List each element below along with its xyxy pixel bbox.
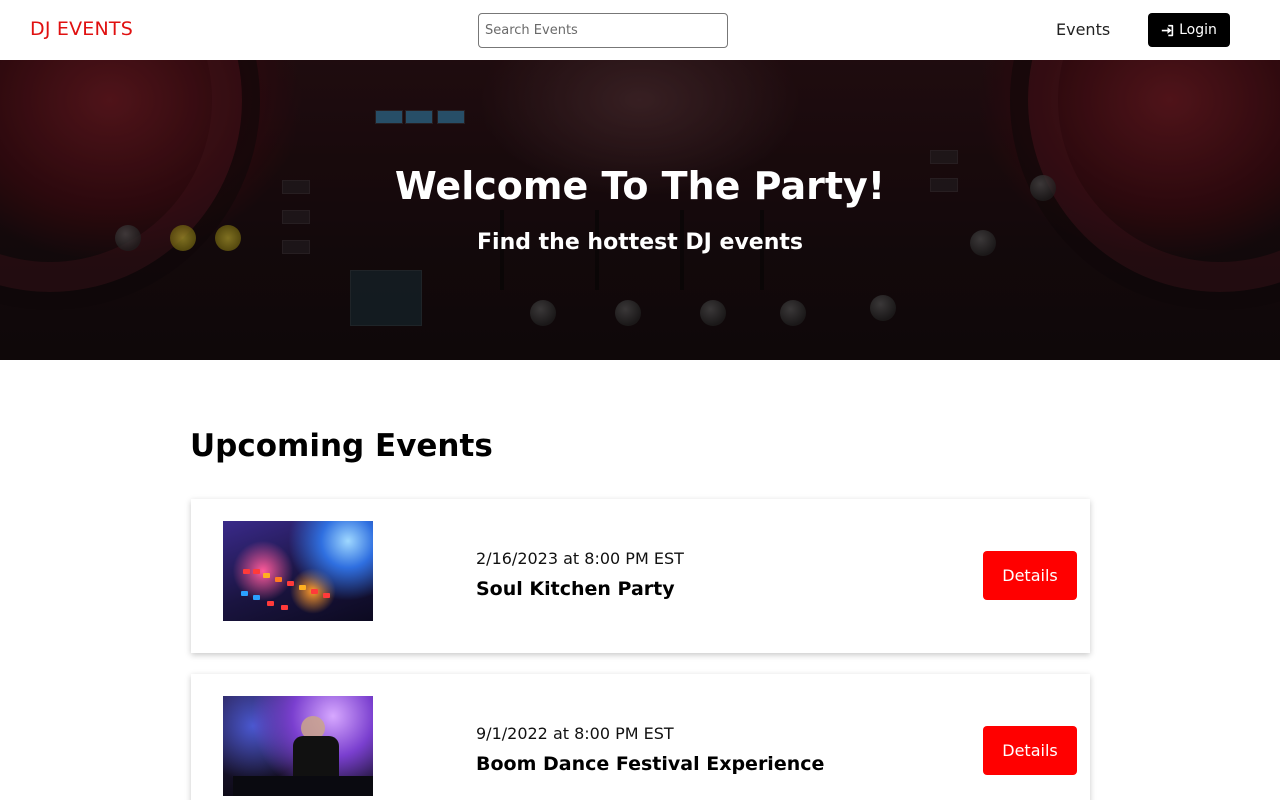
- site-logo[interactable]: DJ EVENTS: [30, 18, 133, 40]
- section-title: Upcoming Events: [190, 428, 493, 464]
- hero-subtitle: Find the hottest DJ events: [477, 230, 803, 255]
- hero-banner: Welcome To The Party! Find the hottest D…: [0, 60, 1280, 360]
- login-label: Login: [1179, 22, 1217, 38]
- details-button[interactable]: Details: [983, 726, 1077, 775]
- event-card: 9/1/2022 at 8:00 PM EST Boom Dance Festi…: [191, 674, 1090, 800]
- event-thumbnail: [223, 521, 373, 621]
- search-input[interactable]: [478, 13, 728, 48]
- sign-in-icon: [1161, 24, 1174, 37]
- event-name: Boom Dance Festival Experience: [476, 753, 825, 775]
- event-date: 9/1/2022 at 8:00 PM EST: [476, 724, 674, 743]
- nav-link-events[interactable]: Events: [1056, 20, 1110, 39]
- hero-title: Welcome To The Party!: [394, 164, 886, 208]
- event-name: Soul Kitchen Party: [476, 578, 675, 600]
- hero-overlay: [0, 60, 1280, 360]
- event-thumbnail: [223, 696, 373, 796]
- login-button[interactable]: Login: [1148, 13, 1230, 47]
- details-button[interactable]: Details: [983, 551, 1077, 600]
- event-card: 2/16/2023 at 8:00 PM EST Soul Kitchen Pa…: [191, 499, 1090, 653]
- top-nav: DJ EVENTS Events Login: [0, 0, 1280, 60]
- event-date: 2/16/2023 at 8:00 PM EST: [476, 549, 684, 568]
